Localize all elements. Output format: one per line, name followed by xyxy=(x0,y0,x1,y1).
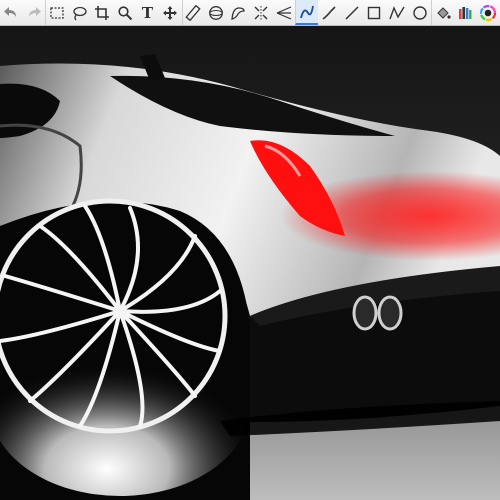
crop-icon[interactable] xyxy=(91,0,114,25)
exhaust-right xyxy=(377,295,403,331)
exhaust-left xyxy=(352,295,378,331)
car-sketch-drawing xyxy=(0,26,500,500)
undo-icon[interactable] xyxy=(0,0,23,25)
drawing-canvas[interactable] xyxy=(0,26,500,500)
line-icon[interactable] xyxy=(340,0,363,25)
polyline-icon[interactable] xyxy=(386,0,409,25)
move-icon[interactable] xyxy=(159,0,182,25)
text-icon[interactable]: T xyxy=(136,0,159,25)
toolbar: T xyxy=(0,0,500,26)
symmetry-icon[interactable] xyxy=(250,0,273,25)
stroke-icon[interactable] xyxy=(294,0,318,25)
pencil-icon[interactable] xyxy=(318,0,341,25)
ruler-icon[interactable] xyxy=(181,0,205,25)
lasso-select-icon[interactable] xyxy=(68,0,91,25)
color-wheel-icon[interactable] xyxy=(476,0,499,25)
rectangle-icon[interactable] xyxy=(363,0,386,25)
rect-select-icon[interactable] xyxy=(45,0,68,25)
french-curve-icon[interactable] xyxy=(227,0,250,25)
ellipse-guide-icon[interactable] xyxy=(204,0,227,25)
circle-icon[interactable] xyxy=(408,0,431,25)
fill-bucket-icon[interactable] xyxy=(431,0,454,25)
text-tool-glyph: T xyxy=(141,3,154,22)
redo-icon[interactable] xyxy=(23,0,46,25)
sketch-app: T xyxy=(0,0,500,500)
brush-library-icon[interactable] xyxy=(454,0,477,25)
perspective-icon[interactable] xyxy=(272,0,295,25)
zoom-icon[interactable] xyxy=(113,0,136,25)
